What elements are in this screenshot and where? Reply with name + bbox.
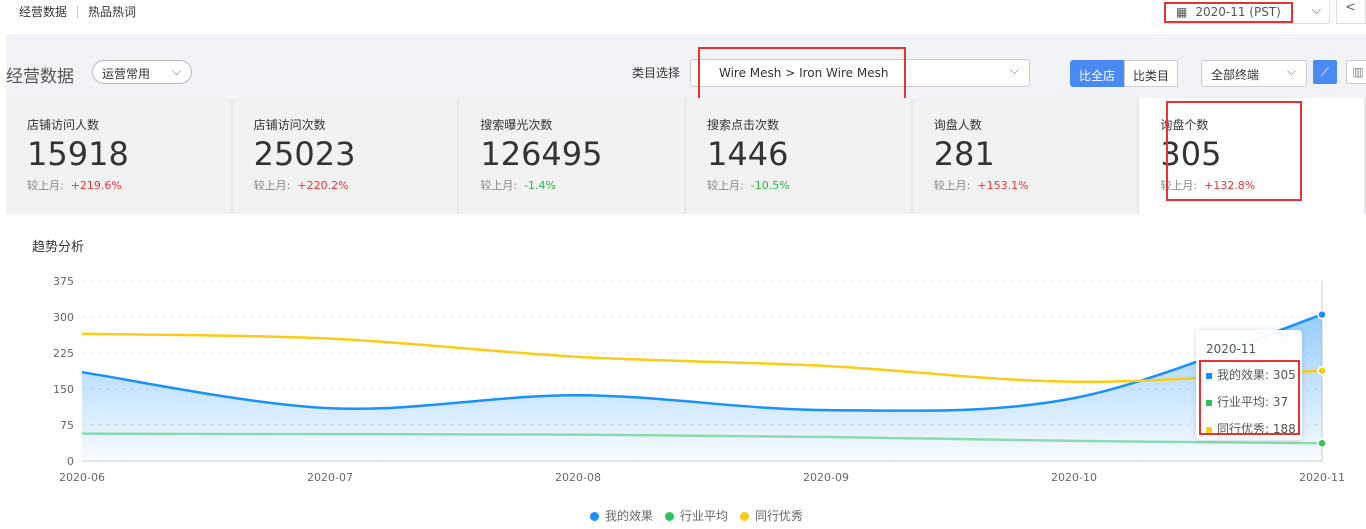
compare-store-button[interactable]: 比全店: [1070, 60, 1125, 87]
terminal-value: 全部终端: [1211, 68, 1260, 82]
nav-business-data[interactable]: 经营数据: [19, 3, 67, 20]
table-icon[interactable]: ▥: [1346, 60, 1366, 84]
divider: [77, 5, 79, 18]
metric-label: 店铺访问人数: [27, 118, 100, 132]
series-line: [81, 332, 1323, 384]
metric-compare: 较上月: +153.1%: [934, 177, 1138, 193]
date-select[interactable]: ▦ 2020-11 (PST) ⌵: [1165, 0, 1330, 24]
metric-cards: 店铺访问人数 15918 较上月: +219.6% 店铺访问次数 25023 较上月: +…: [6, 98, 1366, 214]
legend-label: 我的效果: [605, 509, 654, 523]
trend-title: 趋势分析: [32, 240, 85, 255]
x-tick-label: 2020-08: [555, 471, 601, 484]
trend-chart: 0 75 150 225 300 375 2020-06 2020-07 2020-08 2020…: [53, 275, 1345, 484]
chart-legend: 我的效果 行业平均 同行优秀: [590, 507, 803, 524]
metric-card[interactable]: 搜索点击次数 1446 较上月: -10.5%: [686, 98, 913, 214]
tooltip-title: 2020-11: [1206, 342, 1257, 356]
date-value: 2020-11 (PST): [1195, 4, 1281, 19]
chevron-down-icon: ⌵: [1286, 64, 1296, 78]
compare-label: 较上月:: [1160, 179, 1198, 192]
compare-label: 较上月:: [707, 179, 744, 192]
metric-value: 281: [933, 135, 995, 173]
legend-label: 同行优秀: [755, 509, 804, 523]
data-point: [1317, 309, 1327, 320]
line-chart-icon[interactable]: ⟋: [1313, 60, 1337, 84]
top-bar: 经营数据 热品热词 ▦ 2020-11 (PST) ⌵ <: [0, 0, 1366, 34]
x-tick-label: 2020-10: [1051, 471, 1097, 484]
x-tick-label: 2020-06: [59, 471, 105, 484]
metric-value: 1446: [707, 135, 789, 173]
metric-label: 搜索曝光次数: [480, 118, 553, 132]
metric-label: 店铺访问次数: [253, 118, 326, 132]
metric-compare: 较上月: +220.2%: [254, 177, 458, 193]
metric-value: 25023: [253, 135, 356, 173]
legend-item[interactable]: 同行优秀: [740, 507, 803, 524]
y-tick-label: 75: [60, 419, 74, 432]
back-button[interactable]: <: [1336, 0, 1366, 24]
legend-item[interactable]: 行业平均: [665, 507, 728, 524]
x-tick-label: 2020-09: [803, 471, 849, 484]
y-tick-label: 0: [67, 455, 74, 468]
y-tick-label: 225: [53, 347, 74, 360]
data-point: [1317, 366, 1327, 376]
tooltip-row: 行业平均: 37: [1206, 393, 1292, 410]
category-value: Wire Mesh > Iron Wire Mesh: [719, 66, 889, 80]
page-title: 经营数据: [6, 67, 74, 87]
y-tick-label: 375: [53, 275, 74, 288]
chart-tooltip: 2020-11 我的效果: 305 行业平均: 37 同行优秀: 188: [1196, 330, 1302, 440]
y-tick-label: 150: [53, 383, 74, 396]
nav-hot-words[interactable]: 热品热词: [88, 3, 136, 20]
y-tick-label: 300: [53, 311, 74, 324]
tooltip-value: 行业平均: 37: [1217, 395, 1289, 409]
legend-label: 行业平均: [680, 509, 729, 523]
legend-item[interactable]: 我的效果: [590, 507, 653, 524]
compare-value: +220.2%: [297, 179, 349, 192]
terminal-select[interactable]: 全部终端 ⌵: [1201, 60, 1307, 87]
metric-label: 询盘个数: [1160, 118, 1209, 132]
compare-toggle: 比全店 比类目: [1070, 60, 1179, 87]
metric-label: 搜索点击次数: [707, 118, 780, 132]
compare-value: +153.1%: [977, 179, 1029, 192]
metric-value: 15918: [27, 135, 129, 173]
compare-category-button[interactable]: 比类目: [1124, 60, 1179, 87]
metric-label: 询盘人数: [933, 118, 982, 132]
compare-value: +219.6%: [70, 179, 122, 192]
category-label: 类目选择: [632, 66, 681, 80]
metric-compare: 较上月: -10.5%: [707, 177, 911, 193]
compare-label: 较上月:: [27, 179, 64, 192]
metric-card[interactable]: 询盘个数 305 较上月: +132.8%: [1139, 98, 1366, 214]
compare-value: -1.4%: [524, 179, 556, 192]
chevron-down-icon: ⌵: [1009, 63, 1019, 77]
metric-compare: 较上月: +219.6%: [27, 177, 231, 193]
preset-select[interactable]: 运营常用 ⌵: [92, 60, 192, 84]
metric-card[interactable]: 店铺访问次数 25023 较上月: +220.2%: [232, 98, 460, 214]
metric-card[interactable]: 搜索曝光次数 126495 较上月: -1.4%: [459, 98, 687, 214]
x-tick-label: 2020-07: [307, 471, 353, 484]
metric-value: 126495: [480, 135, 603, 173]
metric-compare: 较上月: -1.4%: [480, 177, 684, 193]
compare-value: +132.8%: [1204, 179, 1256, 192]
tooltip-row: 同行优秀: 188: [1206, 420, 1296, 437]
metric-value: 305: [1160, 135, 1222, 173]
compare-value: -10.5%: [750, 179, 790, 192]
metric-card[interactable]: 询盘人数 281 较上月: +153.1%: [912, 98, 1140, 214]
compare-label: 较上月:: [480, 179, 518, 192]
metric-compare: 较上月: +132.8%: [1160, 177, 1364, 193]
x-tick-label: 2020-11: [1299, 471, 1345, 484]
metric-card[interactable]: 店铺访问人数 15918 较上月: +219.6%: [6, 98, 233, 214]
tooltip-value: 我的效果: 305: [1217, 368, 1296, 382]
chevron-down-icon: ⌵: [171, 64, 181, 78]
chevron-down-icon: ⌵: [1311, 3, 1321, 17]
compare-label: 较上月:: [253, 179, 291, 192]
preset-value: 运营常用: [102, 67, 151, 81]
data-point: [1317, 438, 1327, 448]
compare-label: 较上月:: [933, 179, 971, 192]
category-select[interactable]: Wire Mesh > Iron Wire Mesh ⌵: [690, 59, 1030, 87]
tooltip-value: 同行优秀: 188: [1217, 422, 1296, 436]
tooltip-row: 我的效果: 305: [1206, 366, 1296, 383]
calendar-icon: ▦: [1176, 4, 1188, 19]
